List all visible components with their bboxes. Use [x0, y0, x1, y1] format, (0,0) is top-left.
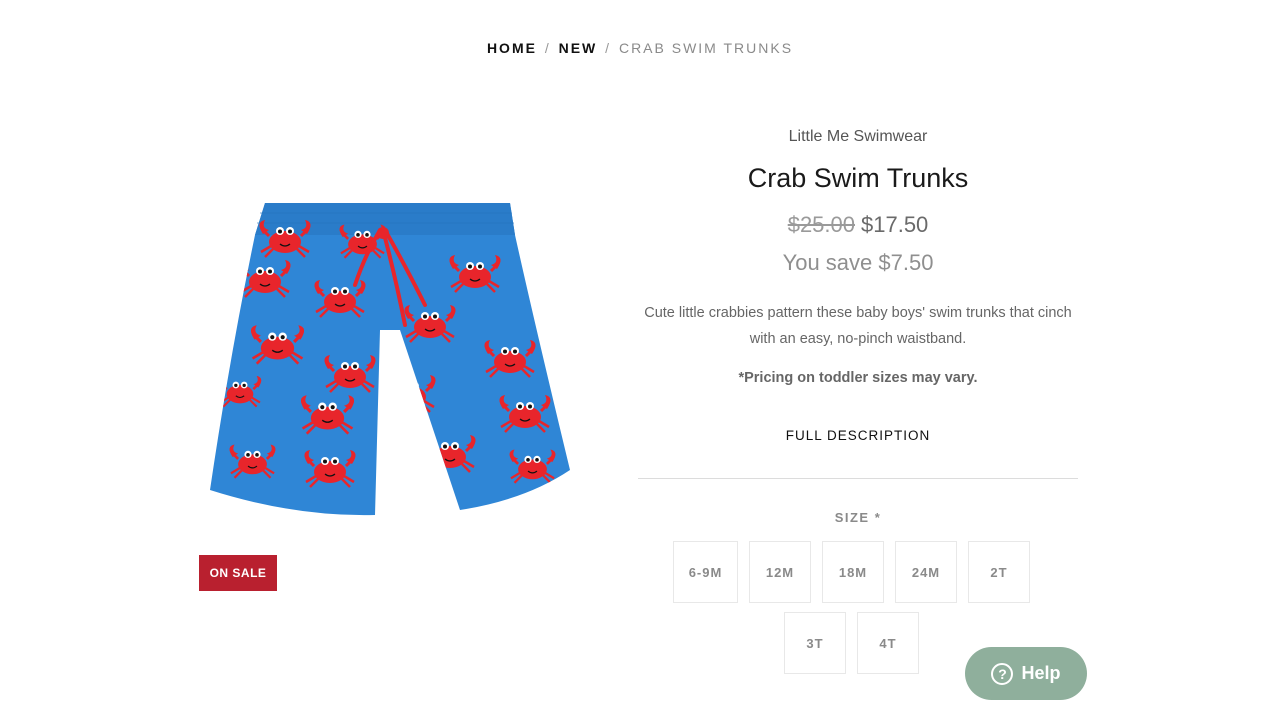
size-option-4t[interactable]: 4T	[857, 612, 919, 674]
product-vendor[interactable]: Little Me Swimwear	[638, 128, 1078, 146]
product-price: $25.00 $17.50	[638, 212, 1078, 238]
size-option-12m[interactable]: 12M	[749, 541, 811, 603]
help-button[interactable]: ? Help	[965, 647, 1087, 700]
product-title: Crab Swim Trunks	[747, 163, 969, 193]
size-option-6-9m[interactable]: 6-9M	[673, 541, 738, 603]
size-option-2t[interactable]: 2T	[968, 541, 1030, 603]
breadcrumb-new-link[interactable]: NEW	[559, 40, 598, 56]
breadcrumb: HOME / NEW / CRAB SWIM TRUNKS	[0, 40, 1280, 56]
on-sale-badge: ON SALE	[199, 555, 277, 591]
product-image[interactable]	[205, 195, 575, 520]
pricing-note: *Pricing on toddler sizes may vary.	[738, 370, 978, 386]
size-label: SIZE *	[834, 510, 882, 525]
question-mark-icon: ?	[991, 662, 1014, 685]
size-option-18m[interactable]: 18M	[822, 541, 884, 603]
savings-text: You save $7.50	[782, 250, 934, 275]
divider	[638, 478, 1078, 479]
size-option-24m[interactable]: 24M	[895, 541, 957, 603]
compare-at-price: $25.00	[787, 212, 855, 237]
size-option-3t[interactable]: 3T	[784, 612, 846, 674]
sale-price: $17.50	[861, 212, 929, 237]
breadcrumb-home-link[interactable]: HOME	[487, 40, 537, 56]
breadcrumb-separator: /	[544, 40, 551, 56]
breadcrumb-separator: /	[605, 40, 612, 56]
help-label: Help	[1021, 663, 1061, 683]
full-description-link[interactable]: FULL DESCRIPTION	[758, 428, 958, 443]
product-description: Cute little crabbies pattern these baby …	[644, 305, 1072, 347]
breadcrumb-current: CRAB SWIM TRUNKS	[618, 40, 794, 56]
